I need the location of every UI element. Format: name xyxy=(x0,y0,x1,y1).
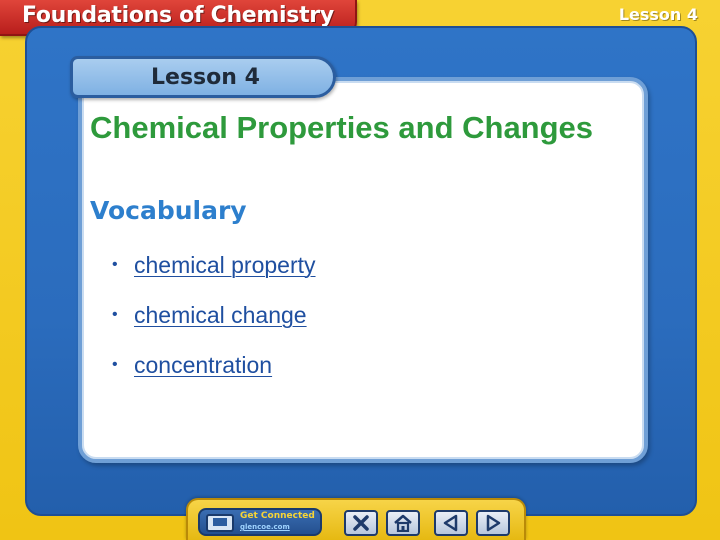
computer-icon xyxy=(206,514,234,532)
vocab-item: • chemical change xyxy=(112,302,316,328)
bullet: • xyxy=(112,356,118,373)
next-icon xyxy=(486,514,501,532)
next-button[interactable] xyxy=(476,510,510,536)
lesson-tab-label: Lesson 4 xyxy=(151,65,260,90)
bullet: • xyxy=(112,256,118,273)
lesson-heading: Chemical Properties and Changes xyxy=(90,110,594,145)
vocab-link-chemical-change[interactable]: chemical change xyxy=(134,302,307,329)
home-icon xyxy=(394,514,412,532)
previous-icon xyxy=(443,514,458,532)
vocab-item: • chemical property xyxy=(112,252,316,278)
vocab-link-chemical-property[interactable]: chemical property xyxy=(134,252,316,279)
lesson-corner-label: Lesson 4 xyxy=(618,5,698,24)
bullet: • xyxy=(112,306,118,323)
vocabulary-list: • chemical property • chemical change • … xyxy=(112,252,316,402)
close-icon xyxy=(353,515,369,531)
get-connected-button[interactable]: Get Connected glencoe.com xyxy=(198,508,322,536)
close-button[interactable] xyxy=(344,510,378,536)
vocab-link-concentration[interactable]: concentration xyxy=(134,352,272,379)
previous-button[interactable] xyxy=(434,510,468,536)
home-button[interactable] xyxy=(386,510,420,536)
course-title: Foundations of Chemistry xyxy=(22,3,334,28)
lesson-tab: Lesson 4 xyxy=(70,56,336,98)
vocabulary-title: Vocabulary xyxy=(90,196,247,225)
get-connected-label: Get Connected xyxy=(240,511,315,521)
get-connected-url[interactable]: glencoe.com xyxy=(240,523,290,531)
vocab-item: • concentration xyxy=(112,352,316,378)
